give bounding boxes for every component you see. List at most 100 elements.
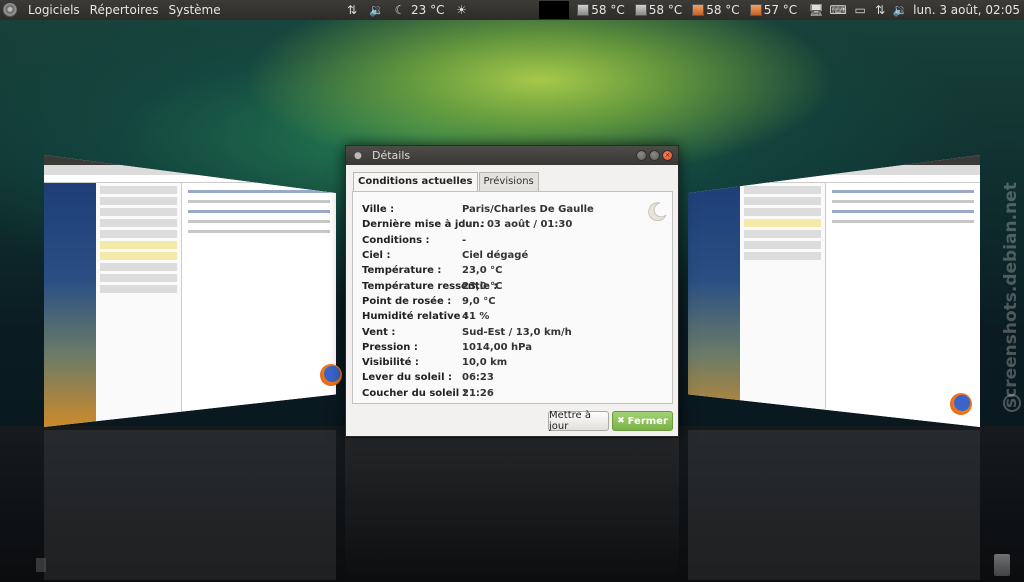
display-icon[interactable]: 🖥 — [807, 3, 825, 17]
list-item — [744, 241, 821, 249]
detail-row: Vent : Sud-Est / 13,0 km/h — [362, 324, 594, 339]
dialog-tabs: Conditions actuelles Prévisions — [353, 172, 540, 192]
detail-row: Point de rosée : 9,0 °C — [362, 294, 594, 309]
detail-label: Température ressentie : — [362, 280, 498, 292]
maximize-icon[interactable] — [649, 150, 660, 161]
menu-system[interactable]: Système — [163, 3, 225, 17]
detail-label: Humidité relative : — [362, 311, 468, 323]
detail-label: Coucher du soleil : — [362, 387, 467, 399]
detail-value: 23,0 °C — [462, 265, 503, 277]
weather-temperature: 23 °C — [411, 3, 445, 17]
detail-row: Lever du soleil : 06:23 — [362, 370, 594, 385]
detail-label: Conditions : — [362, 234, 430, 246]
system-monitor-graph[interactable] — [539, 1, 570, 19]
detail-label: Visibilité : — [362, 357, 419, 369]
content-line — [832, 190, 974, 193]
browser-window-right[interactable] — [688, 155, 980, 427]
detail-value: Sud-Est / 13,0 km/h — [462, 326, 572, 338]
list-item — [744, 230, 821, 238]
network-icon[interactable]: ⇅ — [873, 3, 887, 17]
update-button[interactable]: Mettre à jour — [548, 410, 609, 432]
list-item — [744, 186, 821, 194]
power-icon[interactable] — [1003, 394, 1021, 412]
detail-row: Conditions : - — [362, 233, 594, 248]
detail-row: Ville : Paris/Charles De Gaulle — [362, 202, 594, 217]
list-item — [100, 219, 177, 227]
list-item — [744, 208, 821, 216]
firefox-icon — [950, 393, 972, 415]
panel-menus: Logiciels Répertoires Système — [0, 0, 226, 20]
content-line — [188, 210, 330, 213]
list-item — [100, 197, 177, 205]
list-item — [100, 186, 177, 194]
mail-list — [96, 183, 182, 427]
dialog-reflection — [345, 438, 679, 582]
watermark: screenshots.debian.net — [1001, 182, 1021, 408]
list-item — [100, 241, 177, 249]
detail-value: lun. 03 août / 01:30 — [462, 219, 573, 231]
detail-value: 41 % — [462, 311, 490, 323]
keyboard-icon[interactable]: ⌨ — [829, 3, 847, 17]
sun-icon[interactable]: ☀ — [454, 3, 468, 17]
list-item — [744, 219, 821, 227]
browser-window-left[interactable] — [44, 155, 336, 427]
close-button[interactable]: ✖ Fermer — [612, 411, 673, 431]
close-icon: ✖ — [617, 416, 625, 426]
detail-value: 1014,00 hPa — [462, 341, 532, 353]
chip-icon — [692, 4, 705, 16]
detail-label: Ciel : — [362, 250, 391, 262]
content-line — [188, 190, 330, 193]
sensor-item[interactable]: 57 °C — [749, 3, 798, 17]
close-button-label: Fermer — [627, 415, 668, 427]
menu-applications[interactable]: Logiciels — [23, 3, 85, 17]
battery-icon[interactable]: ▭ — [851, 3, 869, 17]
dock-item-icon[interactable] — [36, 558, 46, 572]
weather-applet[interactable]: ☾ 23 °C — [393, 3, 445, 17]
tab-current-conditions[interactable]: Conditions actuelles — [353, 172, 478, 192]
minimize-icon[interactable] — [636, 150, 647, 161]
list-item — [100, 274, 177, 282]
details-grid: Ville : Paris/Charles De Gaulle Dernière m… — [362, 202, 594, 401]
content-line — [832, 220, 974, 223]
trash-icon[interactable] — [994, 554, 1010, 576]
sensor-item[interactable]: 58 °C — [634, 3, 682, 17]
list-item — [744, 252, 821, 260]
mail-list — [740, 183, 826, 427]
network-arrows-icon[interactable]: ⇅ — [345, 3, 359, 17]
detail-label: Vent : — [362, 326, 396, 338]
dialog-titlebar[interactable]: ● Détails × — [346, 146, 678, 165]
list-item — [100, 263, 177, 271]
detail-label: Température : — [362, 265, 442, 277]
window-body — [688, 183, 980, 427]
detail-value: 9,0 °C — [462, 295, 496, 307]
menu-places[interactable]: Répertoires — [85, 3, 164, 17]
window-body — [44, 183, 336, 427]
detail-value: 21:26 — [462, 387, 494, 399]
clock[interactable]: lun. 3 août, 02:05 — [913, 3, 1020, 17]
detail-row: Coucher du soleil :21:26 — [362, 386, 594, 401]
volume-icon[interactable]: 🔉 — [369, 3, 384, 17]
detail-label: Point de rosée : — [362, 295, 452, 307]
moon-icon — [648, 202, 667, 222]
weather-details-dialog[interactable]: ● Détails × Conditions actuelles Prévisi… — [345, 145, 679, 437]
mail-content — [826, 183, 980, 427]
content-line — [188, 200, 330, 203]
mail-sidebar — [688, 183, 740, 427]
close-icon[interactable]: × — [662, 150, 673, 161]
chip-icon — [634, 4, 647, 16]
detail-value: Paris/Charles De Gaulle — [462, 204, 594, 216]
list-item — [100, 252, 177, 260]
distro-logo-icon[interactable] — [3, 3, 17, 17]
detail-row: Température : 23,0 °C — [362, 263, 594, 278]
volume-icon[interactable]: 🔉 — [891, 3, 909, 17]
tab-forecast[interactable]: Prévisions — [478, 172, 539, 191]
detail-row: Température ressentie :23,0 °C — [362, 278, 594, 293]
sensor-item[interactable]: 58 °C — [692, 3, 740, 17]
sensor-temp: 57 °C — [763, 3, 798, 17]
detail-label: Lever du soleil : — [362, 372, 452, 384]
window-menu-icon[interactable]: ● — [354, 151, 364, 161]
mail-sidebar — [44, 183, 96, 427]
sensor-item[interactable]: 58 °C — [577, 3, 625, 17]
detail-value: 23,0 °C — [462, 280, 503, 292]
window-reflection — [688, 430, 980, 580]
